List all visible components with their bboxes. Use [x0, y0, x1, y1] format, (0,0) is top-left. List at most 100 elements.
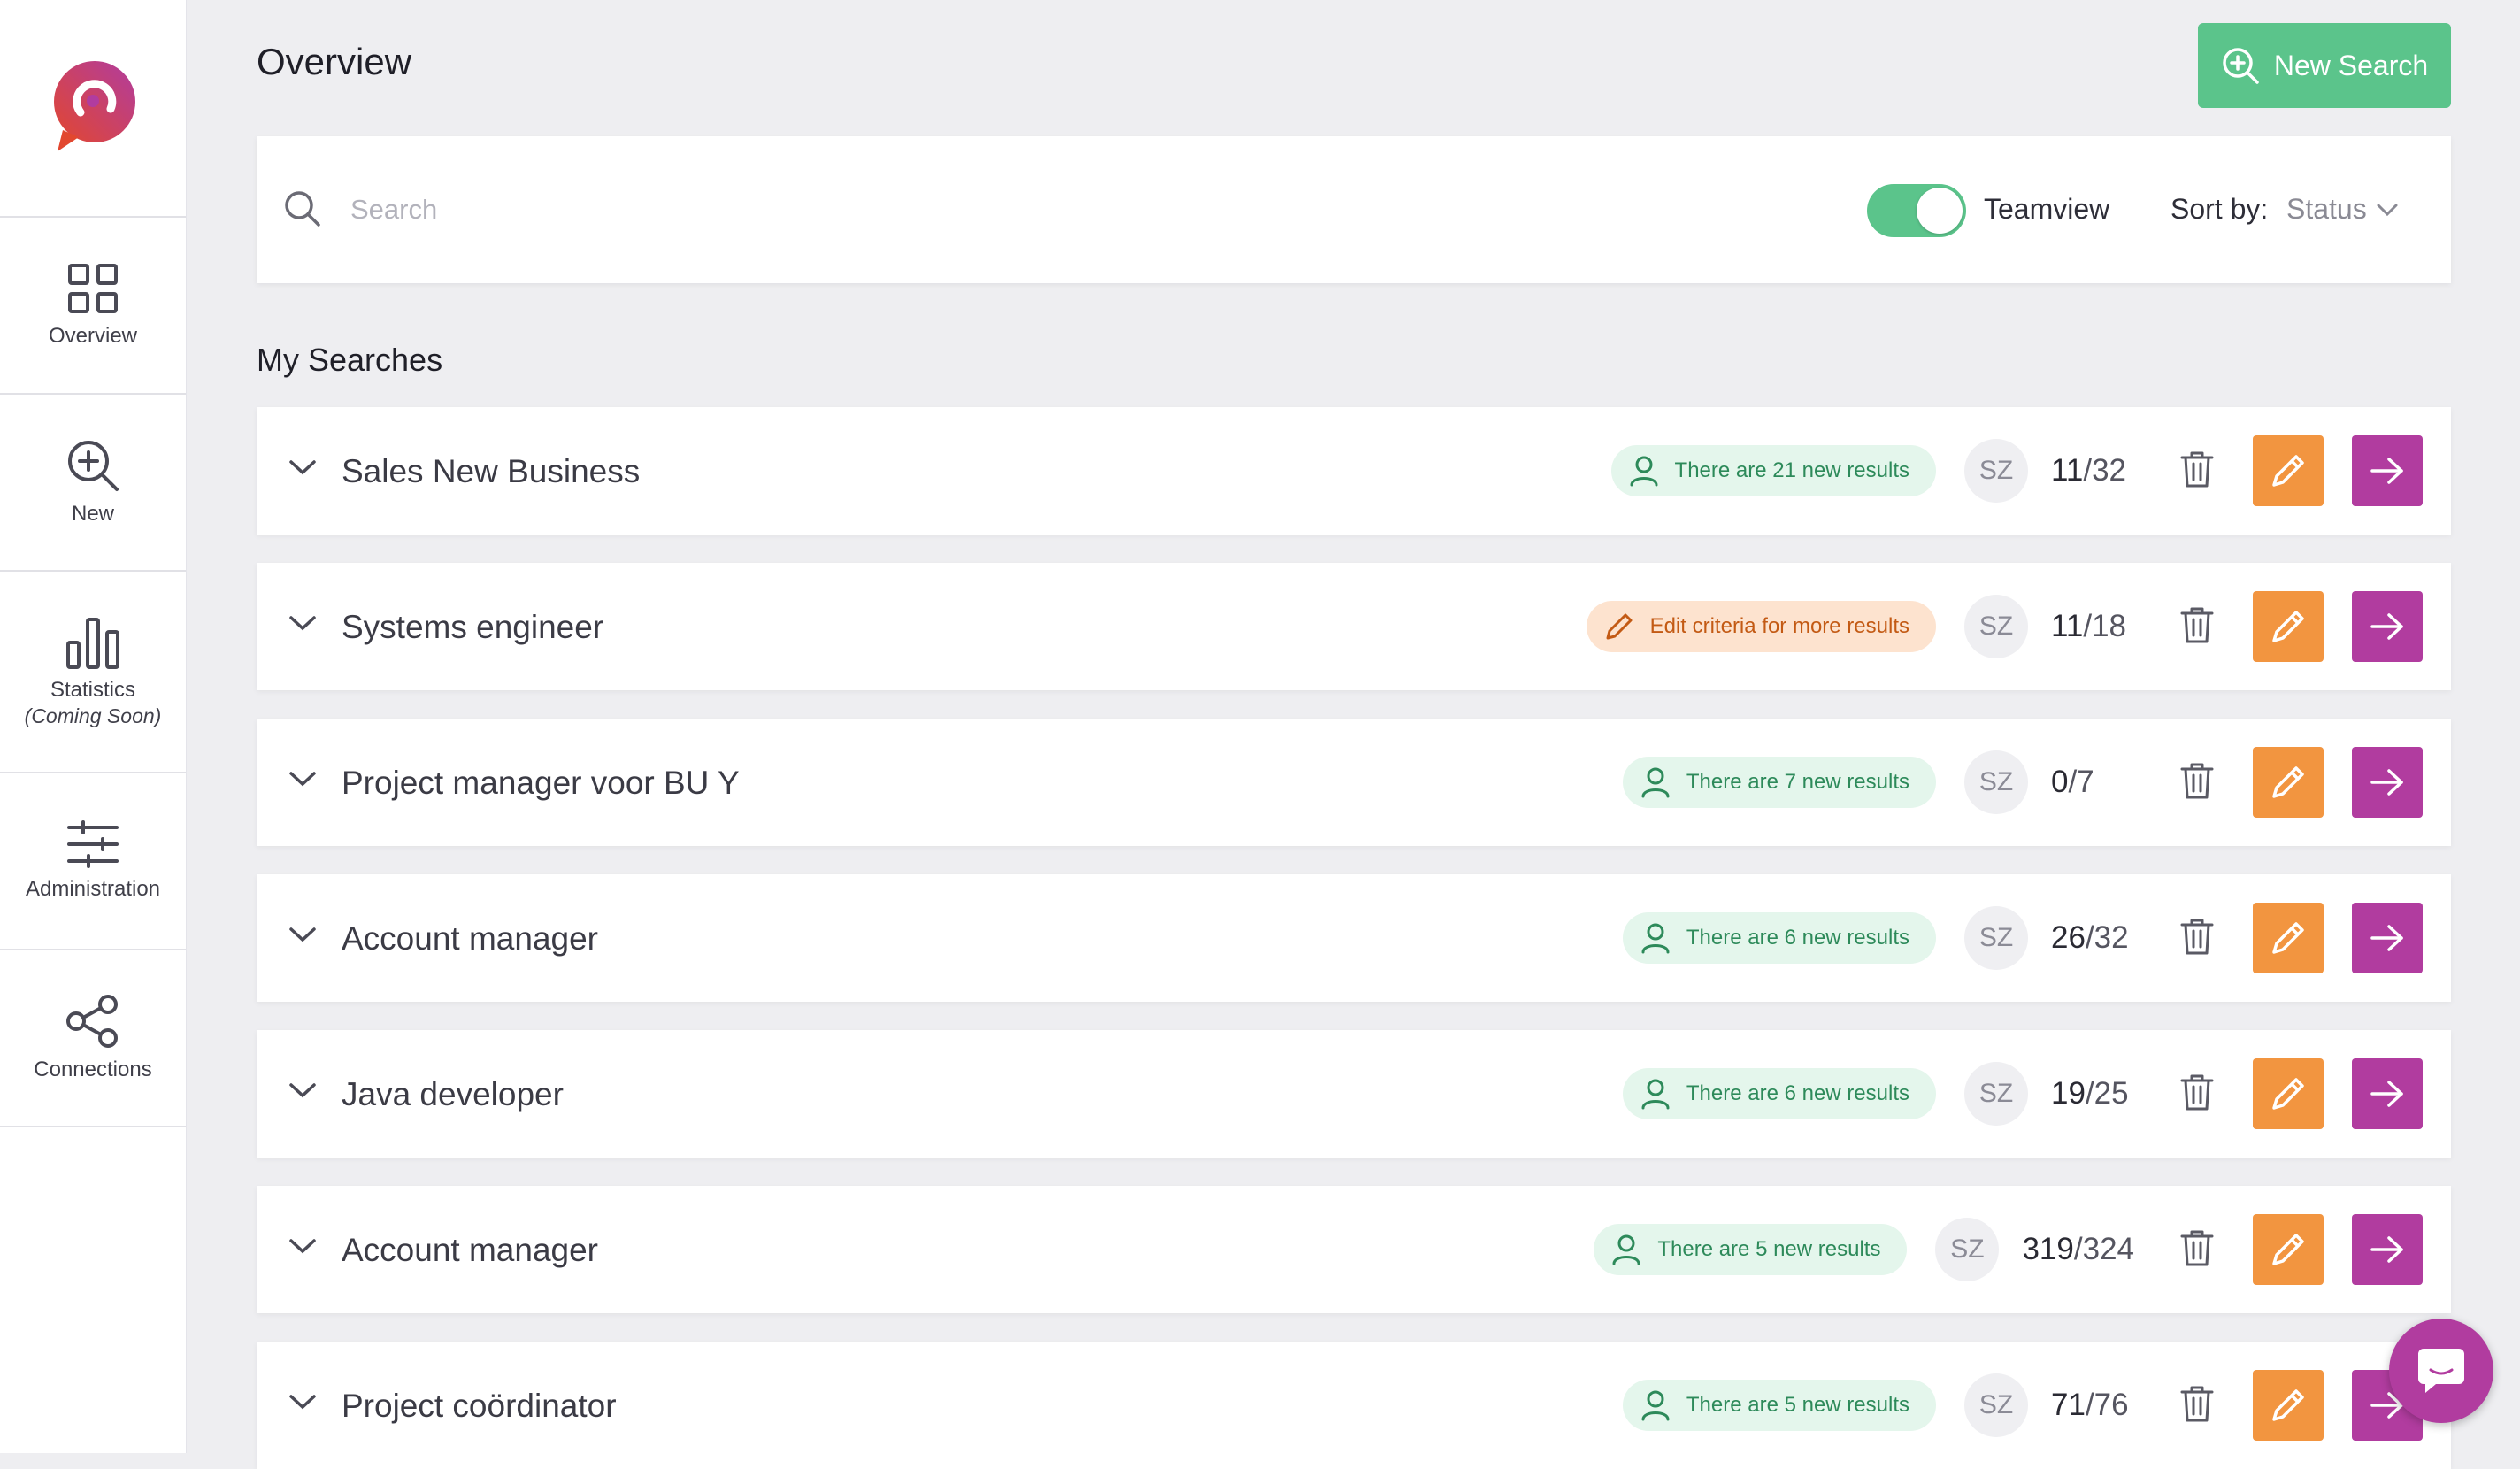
trash-icon[interactable] — [2180, 1384, 2214, 1427]
trash-icon[interactable] — [2180, 1228, 2214, 1272]
edit-button[interactable] — [2253, 1214, 2324, 1285]
expand-chevron-icon[interactable] — [288, 458, 317, 481]
logo-area — [0, 0, 186, 218]
result-count-total: /32 — [2085, 920, 2129, 955]
sidebar-item-overview[interactable]: Overview — [0, 218, 186, 395]
sort-dropdown[interactable]: Status — [2286, 193, 2399, 226]
owner-avatar: SZ — [1964, 439, 2028, 503]
sliders-icon — [67, 820, 119, 868]
expand-chevron-icon[interactable] — [288, 926, 317, 948]
row-actions: There are 6 new results SZ 26/32 — [1622, 874, 2423, 1002]
new-search-button[interactable]: New Search — [2198, 23, 2451, 108]
person-icon — [1641, 767, 1670, 798]
search-plus-icon — [68, 441, 119, 491]
search-icon — [283, 189, 322, 233]
search-title[interactable]: Java developer — [342, 1076, 564, 1113]
page-title: Overview — [257, 41, 412, 82]
chat-button[interactable] — [2389, 1319, 2493, 1423]
status-badge[interactable]: There are 5 new results — [1594, 1224, 1908, 1275]
edit-button[interactable] — [2253, 1370, 2324, 1441]
expand-chevron-icon[interactable] — [288, 1393, 317, 1415]
row-actions: There are 7 new results SZ 0/7 — [1622, 719, 2423, 846]
status-text: There are 6 new results — [1686, 1081, 1909, 1105]
trash-icon[interactable] — [2180, 450, 2214, 493]
expand-chevron-icon[interactable] — [288, 614, 317, 636]
status-badge[interactable]: There are 21 new results — [1610, 445, 1936, 496]
chat-icon — [2418, 1349, 2464, 1393]
app-logo-icon — [54, 61, 135, 151]
search-title[interactable]: Project manager voor BU Y — [342, 765, 740, 802]
trash-icon[interactable] — [2180, 605, 2214, 649]
open-button[interactable] — [2352, 591, 2423, 662]
search-row[interactable]: Account manager There are 5 new results SZ… — [257, 1186, 2451, 1313]
pencil-icon — [2272, 611, 2304, 642]
sidebar-item-label: New — [71, 502, 114, 526]
sidebar-item-statistics[interactable]: Statistics (Coming Soon) — [0, 572, 186, 773]
expand-chevron-icon[interactable] — [288, 1237, 317, 1259]
sidebar-item-new[interactable]: New — [0, 395, 186, 572]
arrow-right-icon — [2370, 458, 2403, 484]
trash-icon[interactable] — [2180, 917, 2214, 960]
bar-chart-icon — [66, 617, 119, 669]
status-badge[interactable]: There are 5 new results — [1622, 1380, 1936, 1431]
open-button[interactable] — [2352, 747, 2423, 818]
result-count-total: /18 — [2083, 609, 2126, 643]
result-count: 11/32 — [2051, 453, 2134, 488]
edit-button[interactable] — [2253, 903, 2324, 973]
teamview-toggle[interactable] — [1867, 184, 1966, 237]
search-title[interactable]: Account manager — [342, 1232, 598, 1269]
result-count-total: /32 — [2083, 453, 2126, 488]
pencil-icon — [2272, 1389, 2304, 1421]
search-title[interactable]: Project coördinator — [342, 1388, 617, 1425]
owner-avatar: SZ — [1964, 1373, 2028, 1437]
search-row[interactable]: Project coördinator There are 5 new resul… — [257, 1342, 2451, 1469]
row-actions: Edit criteria for more results SZ 11/18 — [1586, 563, 2423, 690]
sidebar-item-label: Administration — [25, 877, 161, 901]
search-title[interactable]: Account manager — [342, 920, 598, 958]
search-row[interactable]: Project manager voor BU Y There are 7 new… — [257, 719, 2451, 846]
section-title: My Searches — [257, 342, 443, 378]
teamview-label: Teamview — [1984, 193, 2110, 225]
arrow-right-icon — [2370, 925, 2403, 951]
search-plus-icon — [2223, 48, 2259, 84]
trash-icon[interactable] — [2180, 1073, 2214, 1116]
arrow-right-icon — [2370, 613, 2403, 640]
edit-button[interactable] — [2253, 747, 2324, 818]
arrow-right-icon — [2370, 1236, 2403, 1263]
open-button[interactable] — [2352, 1058, 2423, 1129]
edit-button[interactable] — [2253, 591, 2324, 662]
status-badge[interactable]: Edit criteria for more results — [1586, 601, 1936, 652]
status-badge[interactable]: There are 6 new results — [1622, 1068, 1936, 1119]
search-input[interactable] — [349, 182, 1768, 237]
search-row[interactable]: Java developer There are 6 new results SZ 1… — [257, 1030, 2451, 1158]
sort-value: Status — [2286, 193, 2367, 225]
expand-chevron-icon[interactable] — [288, 770, 317, 792]
row-actions: There are 5 new results SZ 319/324 — [1594, 1186, 2423, 1313]
search-row[interactable]: Account manager There are 6 new results SZ… — [257, 874, 2451, 1002]
sidebar-item-administration[interactable]: Administration — [0, 773, 186, 950]
edit-button[interactable] — [2253, 435, 2324, 506]
status-badge[interactable]: There are 7 new results — [1622, 757, 1936, 808]
expand-chevron-icon[interactable] — [288, 1081, 317, 1104]
open-button[interactable] — [2352, 435, 2423, 506]
sidebar-item-label: Overview — [48, 324, 138, 348]
toggle-knob — [1917, 188, 1963, 234]
status-badge[interactable]: There are 6 new results — [1622, 912, 1936, 964]
status-text: There are 6 new results — [1686, 926, 1909, 950]
result-count: 319/324 — [2022, 1232, 2134, 1267]
search-title[interactable]: Sales New Business — [342, 453, 640, 490]
search-row[interactable]: Systems engineer Edit criteria for more r… — [257, 563, 2451, 690]
open-button[interactable] — [2352, 903, 2423, 973]
open-button[interactable] — [2352, 1214, 2423, 1285]
search-row[interactable]: Sales New Business There are 21 new resul… — [257, 407, 2451, 535]
edit-button[interactable] — [2253, 1058, 2324, 1129]
trash-icon[interactable] — [2180, 761, 2214, 804]
sidebar-item-connections[interactable]: Connections — [0, 950, 186, 1127]
result-count-total: /7 — [2068, 765, 2094, 799]
chevron-down-icon — [2377, 204, 2398, 216]
person-icon — [1641, 1079, 1670, 1110]
search-title[interactable]: Systems engineer — [342, 609, 603, 646]
result-count-new: 26 — [2051, 920, 2086, 955]
row-actions: There are 6 new results SZ 19/25 — [1622, 1030, 2423, 1158]
result-count: 11/18 — [2051, 609, 2134, 644]
